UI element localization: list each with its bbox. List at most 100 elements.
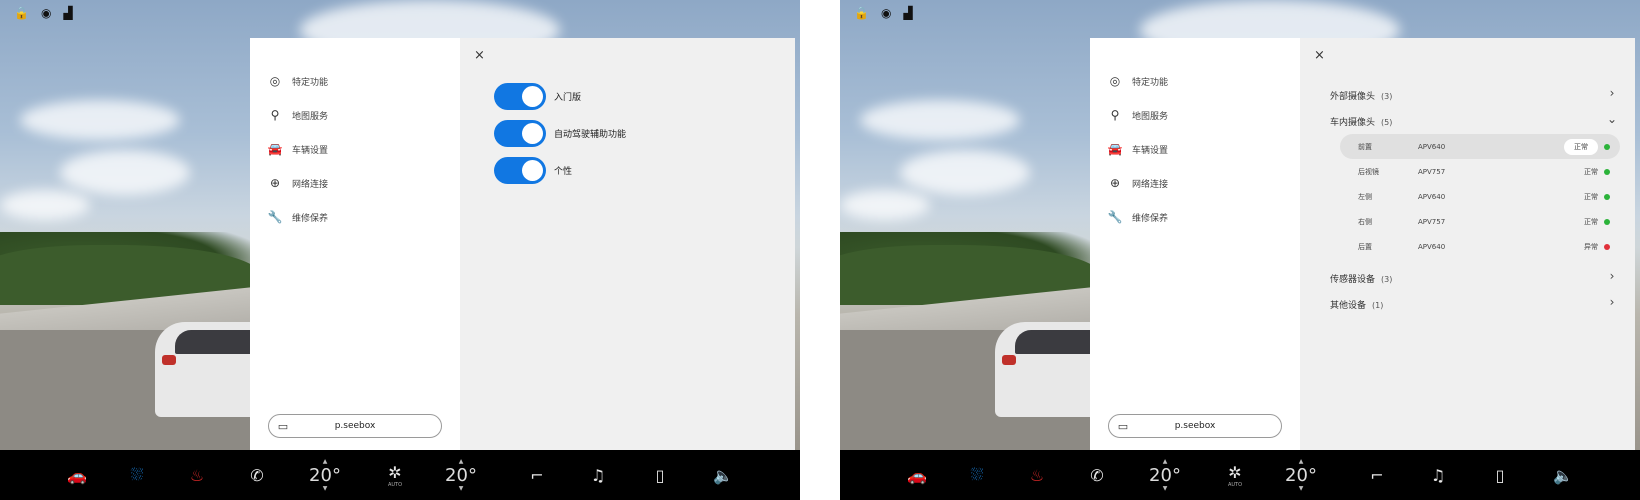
globe-icon: ⊕ xyxy=(1109,176,1121,190)
screen-icon[interactable]: ▯ xyxy=(645,450,675,500)
temp-value: 20° xyxy=(1285,464,1317,486)
list-item[interactable]: 后视镜 APV757 正常 xyxy=(1340,159,1620,184)
location-pin-icon: ⚲ xyxy=(1110,108,1120,122)
monitor-icon: ▭ xyxy=(1117,419,1129,433)
chevron-right-icon: › xyxy=(1609,86,1615,100)
camera-name: 右侧 xyxy=(1358,217,1372,226)
volume-icon[interactable]: 🔈 xyxy=(1548,450,1578,500)
camera-name: 前置 xyxy=(1358,142,1372,151)
status-dot xyxy=(1604,168,1610,175)
chevron-down-icon[interactable]: ▼ xyxy=(323,485,328,492)
seat-icon[interactable]: ⌐ xyxy=(522,450,552,500)
settings-content: × 外部摄像头 (3) › 车内摄像头 (5) ⌄ 前置 APV640 正常 后… xyxy=(1300,38,1635,450)
sidebar-item-service[interactable]: 🔧 维修保养 xyxy=(1108,200,1168,234)
fan-button[interactable]: ✲ AUTO xyxy=(1215,450,1255,500)
phone-icon[interactable]: ✆ xyxy=(1082,450,1112,500)
sidebar-item-label: 特定功能 xyxy=(292,77,329,88)
sidebar-item-label: 地图服务 xyxy=(1132,111,1169,122)
camera-status: 正常 xyxy=(1584,217,1598,226)
volume-icon[interactable]: 🔈 xyxy=(708,450,738,500)
status-dot xyxy=(1604,243,1610,250)
screen-icon[interactable]: ▯ xyxy=(1485,450,1515,500)
section-title: 传感器设备 xyxy=(1330,274,1376,285)
sidebar-item-label: 地图服务 xyxy=(292,111,329,122)
fan-label: AUTO xyxy=(387,481,403,488)
passenger-temperature[interactable]: ▲ 20° ▼ xyxy=(436,450,486,500)
fan-label: AUTO xyxy=(1227,481,1243,488)
camera-value: APV640 xyxy=(1418,142,1446,151)
driver-temperature[interactable]: ▲ 20° ▼ xyxy=(1140,450,1190,500)
toggle-row: 个性 xyxy=(494,152,626,189)
seebox-button[interactable]: ▭ p.seebox xyxy=(268,414,442,438)
seebox-button-label: p.seebox xyxy=(1174,421,1216,431)
camera-status: 正常 xyxy=(1584,167,1598,176)
car-icon[interactable]: 🚗 xyxy=(62,450,92,500)
camera-value: APV640 xyxy=(1418,192,1446,201)
seebox-button[interactable]: ▭ p.seebox xyxy=(1108,414,1282,438)
temp-value: 20° xyxy=(1149,464,1181,486)
seat-heat-icon[interactable]: ♨ xyxy=(182,450,212,500)
section-external-cameras[interactable]: 外部摄像头 (3) › xyxy=(1330,80,1620,106)
close-icon[interactable]: × xyxy=(474,48,485,63)
list-item[interactable]: 左侧 APV640 正常 xyxy=(1340,184,1620,209)
section-sensors[interactable]: 传感器设备 (3) › xyxy=(1330,263,1620,289)
music-icon[interactable]: ♫ xyxy=(1423,450,1453,500)
close-icon[interactable]: × xyxy=(1314,48,1325,63)
sidebar-item-network[interactable]: ⊕ 网络连接 xyxy=(1108,166,1168,200)
chevron-right-icon: › xyxy=(1609,295,1615,309)
sidebar-item-map[interactable]: ⚲ 地图服务 xyxy=(1108,98,1168,132)
fan-button[interactable]: ✲ AUTO xyxy=(375,450,415,500)
toggle-switch[interactable] xyxy=(494,83,546,110)
screen-right: 🔒 ◉ ▟ ◎ 特定功能 ⚲ 地图服务 🚘 车辆设置 ⊕ 网络连接 🔧 维修保养… xyxy=(840,0,1640,500)
sidebar-item-features[interactable]: ◎ 特定功能 xyxy=(1108,64,1168,98)
taskbar: 🚗 ⛆ ♨ ✆ ▲ 20° ▼ ✲ AUTO ▲ 20° ▼ ⌐ ♫ ▯ 🔈 xyxy=(840,450,1640,500)
camera-list: 前置 APV640 正常 后视镜 APV757 正常 左侧 APV640 正常 … xyxy=(1340,134,1620,259)
monitor-icon: ▭ xyxy=(277,419,289,433)
chevron-down-icon[interactable]: ▼ xyxy=(1299,485,1304,492)
list-item[interactable]: 后置 APV640 异常 xyxy=(1340,234,1620,259)
car-icon: 🚘 xyxy=(1107,142,1123,156)
driver-temperature[interactable]: ▲ 20° ▼ xyxy=(300,450,350,500)
sidebar-item-vehicle[interactable]: 🚘 车辆设置 xyxy=(1108,132,1168,166)
section-internal-cameras[interactable]: 车内摄像头 (5) ⌄ xyxy=(1330,106,1620,132)
globe-icon: ⊕ xyxy=(269,176,281,190)
sidebar-item-network[interactable]: ⊕ 网络连接 xyxy=(268,166,328,200)
camera-status: 正常 xyxy=(1584,192,1598,201)
chevron-right-icon: › xyxy=(1609,269,1615,283)
signal-icon: ▟ xyxy=(63,6,73,20)
toggle-switch[interactable] xyxy=(494,120,546,147)
fan-icon: ✲ xyxy=(1228,462,1242,482)
sidebar-item-service[interactable]: 🔧 维修保养 xyxy=(268,200,328,234)
front-defrost-icon[interactable]: ⛆ xyxy=(962,450,992,500)
section-title: 车内摄像头 xyxy=(1330,117,1376,128)
status-bar: 🔒 ◉ ▟ xyxy=(840,0,1640,28)
toggle-switch[interactable] xyxy=(494,157,546,184)
settings-content: × 入门版 自动驾驶辅助功能 个性 xyxy=(460,38,795,450)
section-count: (1) xyxy=(1372,300,1384,310)
settings-panel: ◎ 特定功能 ⚲ 地图服务 🚘 车辆设置 ⊕ 网络连接 🔧 维修保养 ▭ p.s… xyxy=(1090,38,1635,450)
section-other-devices[interactable]: 其他设备 (1) › xyxy=(1330,289,1620,315)
phone-icon[interactable]: ✆ xyxy=(242,450,272,500)
music-icon[interactable]: ♫ xyxy=(583,450,613,500)
status-dot xyxy=(1604,218,1610,225)
temp-value: 20° xyxy=(309,464,341,486)
section-count: (3) xyxy=(1381,274,1393,284)
car-icon[interactable]: 🚗 xyxy=(902,450,932,500)
sidebar-item-features[interactable]: ◎ 特定功能 xyxy=(268,64,328,98)
camera-value: APV757 xyxy=(1418,167,1446,176)
passenger-temperature[interactable]: ▲ 20° ▼ xyxy=(1276,450,1326,500)
list-item[interactable]: 前置 APV640 正常 xyxy=(1340,134,1620,159)
eye-icon: ◎ xyxy=(1109,74,1121,88)
chevron-down-icon[interactable]: ▼ xyxy=(1163,485,1168,492)
sidebar-item-label: 车辆设置 xyxy=(292,145,329,156)
sidebar-item-vehicle[interactable]: 🚘 车辆设置 xyxy=(268,132,328,166)
chevron-down-icon[interactable]: ▼ xyxy=(459,485,464,492)
seat-heat-icon[interactable]: ♨ xyxy=(1022,450,1052,500)
eye-icon: ◎ xyxy=(269,74,281,88)
seebox-button-label: p.seebox xyxy=(334,421,376,431)
location-pin-icon: ⚲ xyxy=(270,108,280,122)
list-item[interactable]: 右侧 APV757 正常 xyxy=(1340,209,1620,234)
sidebar-item-map[interactable]: ⚲ 地图服务 xyxy=(268,98,328,132)
seat-icon[interactable]: ⌐ xyxy=(1362,450,1392,500)
front-defrost-icon[interactable]: ⛆ xyxy=(122,450,152,500)
